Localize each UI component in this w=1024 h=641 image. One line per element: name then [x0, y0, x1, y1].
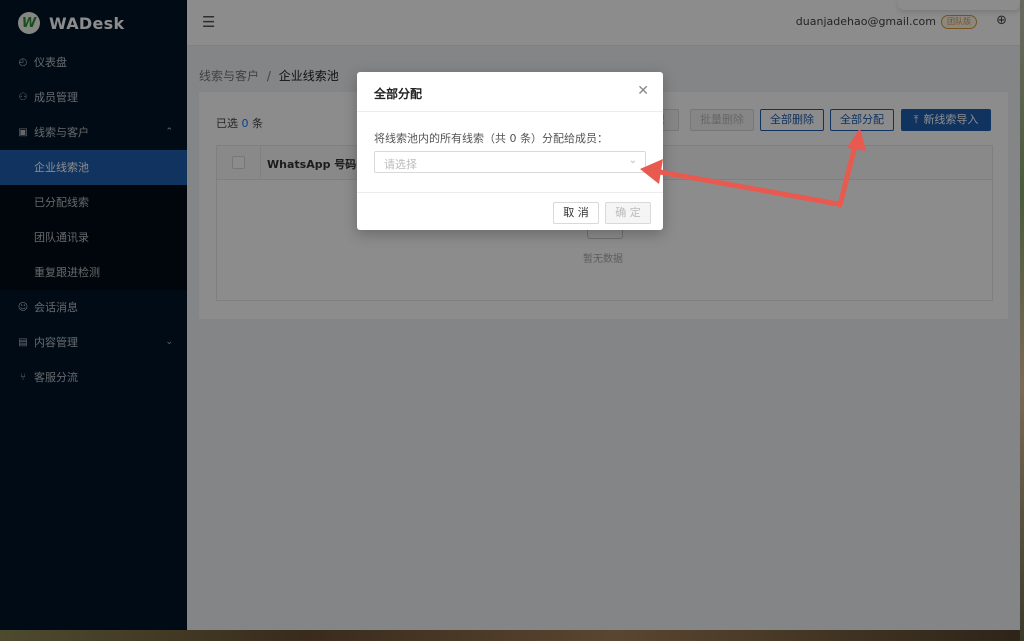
desktop-background: [0, 630, 1024, 641]
annotation-arrow-to-button: [837, 128, 866, 208]
app-window: W WADesk ◴ 仪表盘 ⚇ 成员管理 ▣ 线索与客户 ⌃ 企业线索池 已分…: [0, 0, 1020, 630]
annotation-arrows: [640, 128, 866, 208]
desktop-background-edge: [1020, 0, 1024, 641]
annotation-arrow-to-select: [640, 159, 841, 207]
